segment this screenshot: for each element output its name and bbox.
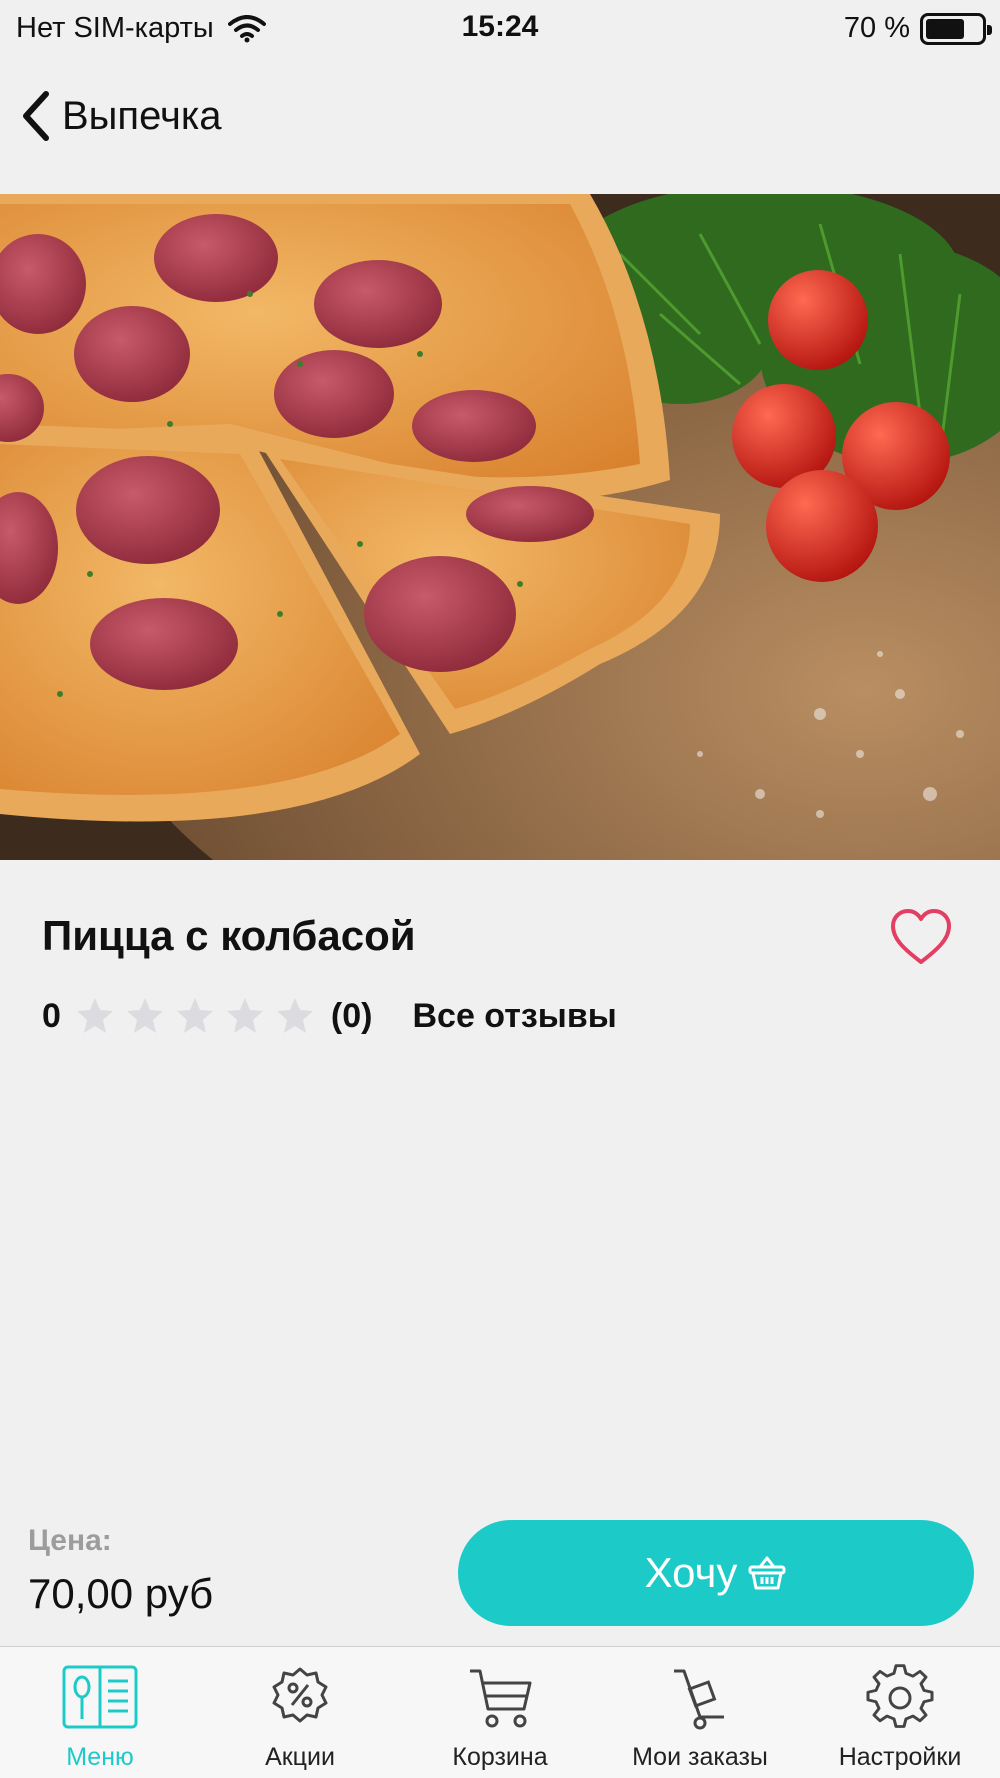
battery-icon xyxy=(920,12,992,45)
rating-stars xyxy=(75,996,315,1036)
tab-cart[interactable]: Корзина xyxy=(400,1647,600,1778)
star-empty-icon xyxy=(126,998,163,1033)
favorite-button[interactable] xyxy=(888,906,954,968)
delivery-cart-icon xyxy=(674,1669,724,1730)
tab-label: Настройки xyxy=(838,1743,962,1771)
back-label: Выпечка xyxy=(62,93,222,138)
tab-label: Акции xyxy=(265,1743,335,1771)
tab-label: Меню xyxy=(66,1743,134,1771)
tab-label: Корзина xyxy=(452,1743,548,1771)
star-empty-icon xyxy=(176,998,213,1033)
discount-gear-icon xyxy=(272,1667,328,1723)
status-right: 70 % xyxy=(843,12,992,45)
product-title: Пицца с колбасой xyxy=(42,912,416,959)
tab-menu[interactable]: Меню xyxy=(0,1647,200,1778)
heart-outline-icon xyxy=(891,909,951,964)
pizza-illustration xyxy=(0,194,1000,860)
menu-book-icon xyxy=(62,1665,138,1729)
status-bar: Нет SIM-карты 15:24 70 % xyxy=(0,0,1000,56)
tab-settings[interactable]: Настройки xyxy=(800,1647,1000,1778)
cart-icon xyxy=(470,1669,532,1728)
reviews-count: (0) xyxy=(330,996,373,1035)
chevron-left-icon xyxy=(23,91,49,141)
battery-percent: 70 % xyxy=(843,12,910,44)
gear-icon xyxy=(866,1664,934,1728)
battery-fill xyxy=(926,18,964,39)
want-button-label: Хочу xyxy=(644,1549,738,1596)
battery-tip xyxy=(987,24,992,35)
back-button[interactable]: Выпечка xyxy=(0,80,221,152)
tab-my-orders[interactable]: Мои заказы xyxy=(600,1647,800,1778)
rating-value: 0 xyxy=(42,996,61,1035)
basket-icon xyxy=(748,1556,786,1590)
tab-bar: Меню Акции Корзина Мои заказы Настройки xyxy=(0,1646,1000,1778)
star-empty-icon xyxy=(276,998,313,1033)
tab-promotions[interactable]: Акции xyxy=(200,1647,400,1778)
want-button[interactable]: Хочу xyxy=(458,1520,974,1626)
star-empty-icon xyxy=(226,998,263,1033)
price-label: Цена: xyxy=(28,1524,112,1557)
star-empty-icon xyxy=(76,998,113,1033)
product-image xyxy=(0,194,1000,860)
price-value: 70,00 руб xyxy=(28,1570,214,1617)
tab-label: Мои заказы xyxy=(632,1743,768,1771)
rating-row: 0 (0) Все отзывы xyxy=(42,990,617,1042)
product-screen: Нет SIM-карты 15:24 70 % Выпечка Пицца с… xyxy=(0,0,1000,1778)
all-reviews-link[interactable]: Все отзывы xyxy=(412,997,616,1036)
